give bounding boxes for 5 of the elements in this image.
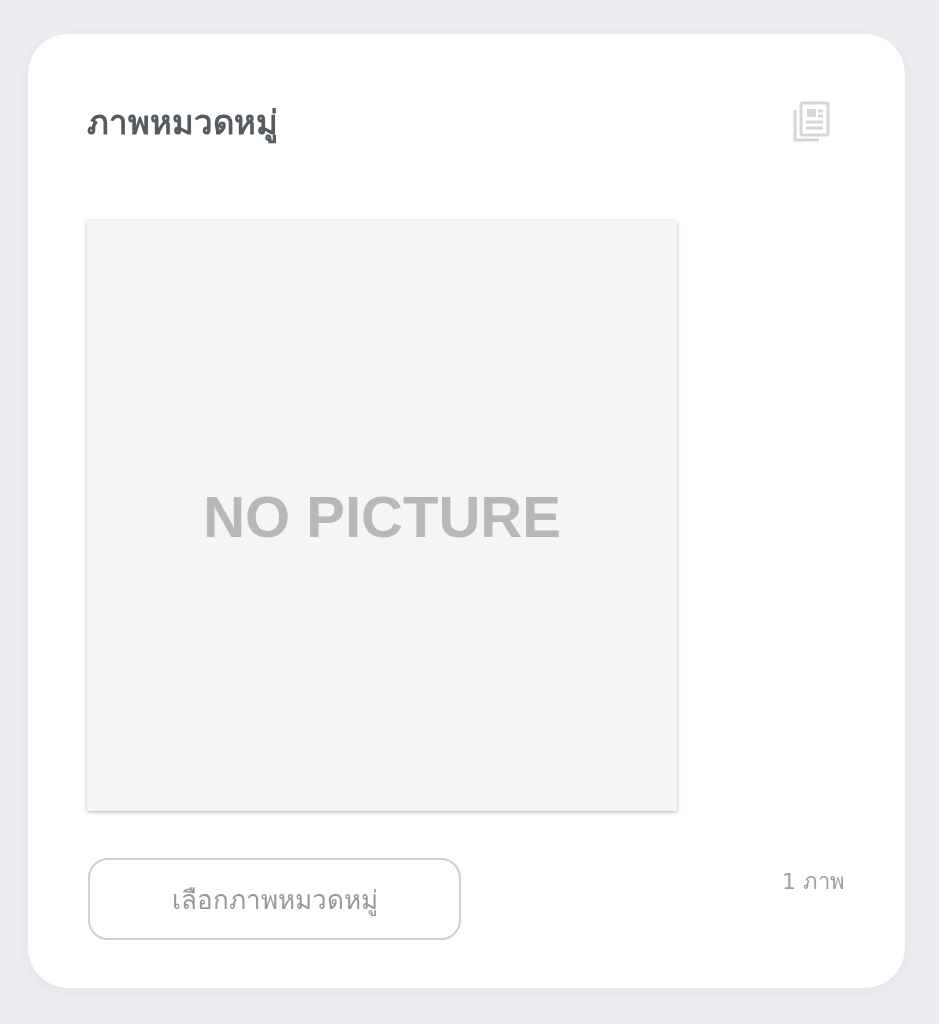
card-title: ภาพหมวดหมู่ xyxy=(87,101,278,146)
select-image-button[interactable]: เลือกภาพหมวดหมู่ xyxy=(88,858,461,940)
no-picture-text: NO PICTURE xyxy=(203,482,561,550)
copy-document-icon xyxy=(791,100,831,144)
image-count: 1 ภาพ xyxy=(782,868,845,896)
